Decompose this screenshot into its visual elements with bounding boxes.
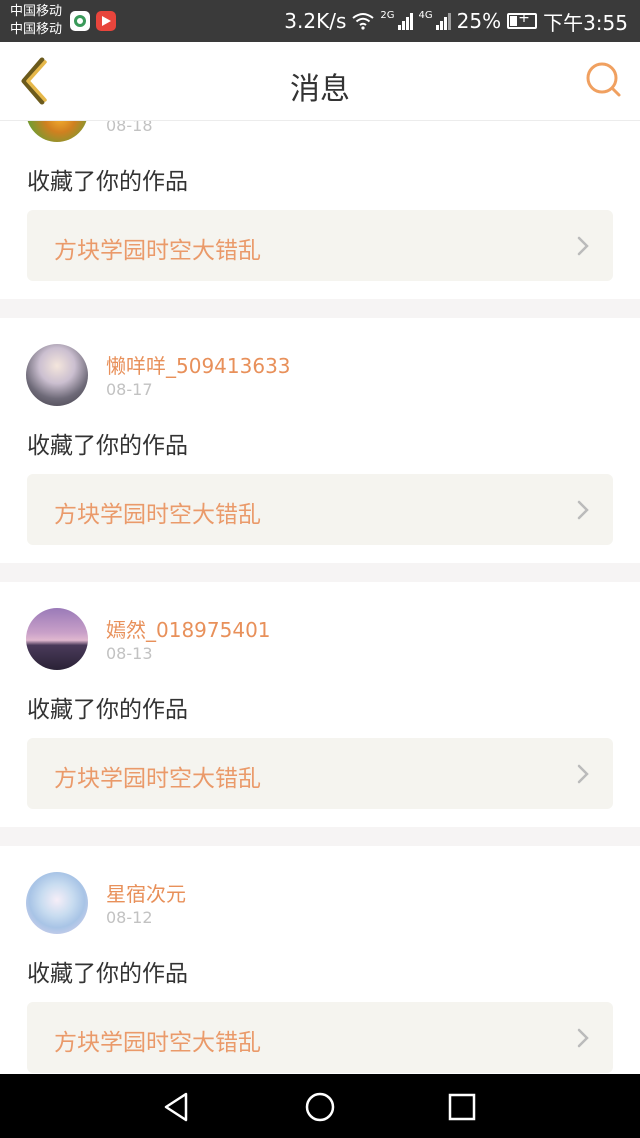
- square-recent-icon[interactable]: [445, 1090, 479, 1124]
- avatar[interactable]: [26, 121, 88, 142]
- battery-percent: 25%: [456, 9, 502, 33]
- signal-icon: [435, 12, 451, 30]
- chevron-right-icon: [577, 500, 589, 520]
- page-title: 消息: [290, 72, 350, 107]
- navigation-bar: [0, 1074, 640, 1138]
- browser-app-icon: [70, 11, 90, 31]
- notification-action: 收藏了你的作品: [27, 961, 188, 987]
- app-header: 消息: [0, 42, 640, 121]
- status-indicators: 3.2K/s 2G 4G 25% 下午3:55: [278, 8, 628, 35]
- notification-date: 08-17: [106, 380, 153, 399]
- notification-action: 收藏了你的作品: [27, 169, 188, 195]
- notification-item: 星宿次元 08-12 收藏了你的作品 方块学园时空大错乱: [0, 846, 640, 1074]
- network-type-1: 2G: [380, 9, 395, 21]
- notification-item: 嫣然_018975401 08-13 收藏了你的作品 方块学园时空大错乱: [0, 582, 640, 827]
- notification-list[interactable]: 08-18 收藏了你的作品 方块学园时空大错乱 懒咩咩_509413633 08…: [0, 121, 640, 1074]
- notification-item: 08-18 收藏了你的作品 方块学园时空大错乱: [0, 121, 640, 299]
- notification-item: 懒咩咩_509413633 08-17 收藏了你的作品 方块学园时空大错乱: [0, 318, 640, 563]
- video-app-icon: [96, 11, 116, 31]
- avatar[interactable]: [26, 608, 88, 670]
- username-link[interactable]: 星宿次元: [106, 878, 186, 907]
- triangle-back-icon[interactable]: [160, 1090, 194, 1124]
- carrier-2: 中国移动: [10, 22, 63, 37]
- notification-action: 收藏了你的作品: [27, 697, 188, 723]
- battery-icon: [507, 10, 538, 29]
- chevron-right-icon: [577, 1028, 589, 1048]
- network-speed: 3.2K/s: [284, 9, 347, 33]
- notification-date: 08-13: [106, 644, 153, 663]
- username-link[interactable]: 嫣然_018975401: [106, 614, 271, 643]
- work-title: 方块学园时空大错乱: [54, 502, 261, 528]
- chevron-right-icon: [577, 764, 589, 784]
- notification-date: 08-12: [106, 908, 153, 927]
- work-link[interactable]: 方块学园时空大错乱: [27, 738, 613, 809]
- avatar[interactable]: [26, 872, 88, 934]
- search-icon[interactable]: [584, 60, 624, 100]
- work-link[interactable]: 方块学园时空大错乱: [27, 474, 613, 545]
- carrier-info: 中国移动 中国移动: [10, 3, 62, 39]
- carrier-1: 中国移动: [10, 4, 63, 19]
- work-link[interactable]: 方块学园时空大错乱: [27, 1002, 613, 1073]
- signal-icon: [397, 12, 413, 30]
- avatar[interactable]: [26, 344, 88, 406]
- work-title: 方块学园时空大错乱: [54, 766, 261, 792]
- username-link[interactable]: 懒咩咩_509413633: [106, 350, 291, 379]
- network-type-2: 4G: [418, 9, 433, 21]
- work-title: 方块学园时空大错乱: [54, 1030, 261, 1056]
- work-title: 方块学园时空大错乱: [54, 238, 261, 264]
- notification-action: 收藏了你的作品: [27, 433, 188, 459]
- chevron-right-icon: [577, 236, 589, 256]
- wifi-icon: [352, 13, 374, 30]
- circle-home-icon[interactable]: [303, 1090, 337, 1124]
- work-link[interactable]: 方块学园时空大错乱: [27, 210, 613, 281]
- clock: 下午3:55: [543, 10, 628, 35]
- notification-date: 08-18: [106, 121, 153, 135]
- status-bar: 中国移动 中国移动 3.2K/s 2G 4G 25% 下午3:55: [0, 0, 640, 42]
